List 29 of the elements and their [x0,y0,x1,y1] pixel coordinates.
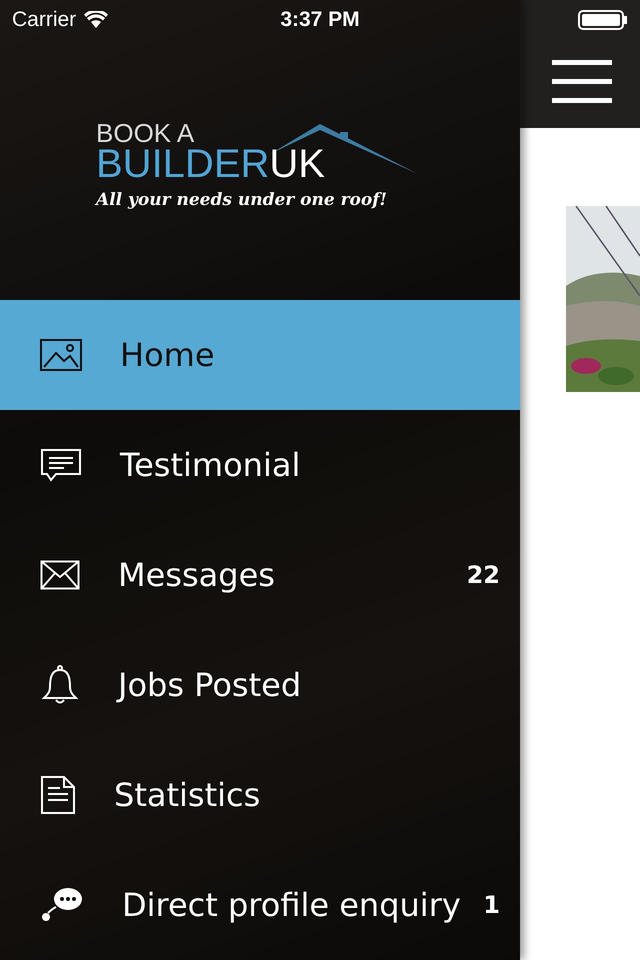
chat-icon [40,887,84,923]
logo-brand: BUILDER [96,144,270,184]
bell-icon [40,665,80,705]
battery-icon [578,10,628,30]
carrier-name: Carrier [12,8,76,32]
image-icon [40,339,82,371]
logo-tagline: All your needs under one roof! [96,190,388,210]
menu-item[interactable]: Jobs Posted [0,630,520,740]
envelope-icon [40,560,80,590]
count-label: 22 [466,561,500,589]
menu-item[interactable]: Statistics [0,740,520,850]
menu-icon[interactable] [552,60,612,104]
count-label: 1 [483,891,500,919]
menu-label: Home [120,336,216,374]
logo-text: BOOK A [96,120,194,146]
status-time: 3:37 PM [280,8,360,32]
wifi-icon [84,11,108,29]
menu-label: Statistics [114,776,262,814]
menu-label: Jobs Posted [118,666,302,704]
comment-icon [40,448,82,482]
logo-brand-suffix: UK [269,144,325,184]
menu-label: Messages [118,556,276,594]
menu-label: Direct profile enquiry [122,886,462,924]
menu-item[interactable]: Messages 22 [0,520,520,630]
document-icon [40,776,76,814]
menu-item[interactable]: Direct profile enquiry 1 [0,850,520,960]
menu-item[interactable]: Home [0,300,520,410]
menu-label: Testimonial [120,446,302,484]
menu-item[interactable]: Testimonial [0,410,520,520]
